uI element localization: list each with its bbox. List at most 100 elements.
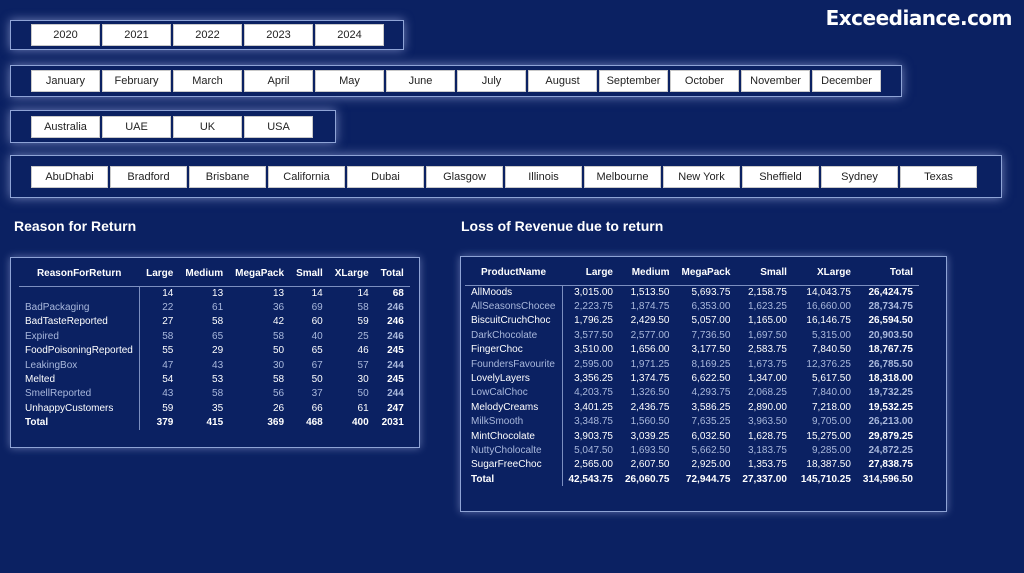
- city-button-dubai[interactable]: Dubai: [347, 165, 424, 188]
- table-cell: 58: [357, 302, 369, 314]
- year-button-2021[interactable]: 2021: [102, 24, 171, 46]
- row-label[interactable]: AllMoods: [465, 285, 563, 300]
- table-cell: 1,165.00: [747, 315, 787, 327]
- row-label[interactable]: BadTasteReported: [19, 314, 140, 330]
- year-button-2023[interactable]: 2023: [244, 24, 313, 46]
- row-label[interactable]: FingerChoc: [465, 342, 563, 357]
- revenue-header-megapack[interactable]: MegaPack: [675, 261, 737, 286]
- table-cell: 1,347.00: [747, 373, 787, 385]
- row-label[interactable]: LeakingBox: [19, 357, 140, 373]
- row-label[interactable]: LovelyLayers: [465, 371, 563, 386]
- country-button-australia[interactable]: Australia: [31, 115, 100, 138]
- returns-header-medium[interactable]: Medium: [179, 262, 230, 287]
- revenue-header-productname[interactable]: ProductName: [465, 261, 562, 286]
- table-cell: 25: [357, 330, 369, 342]
- table-cell: 18,767.75: [868, 344, 913, 356]
- row-label[interactable]: DarkChocolate: [465, 328, 563, 343]
- table-cell: 1,560.50: [630, 416, 670, 428]
- loss-of-revenue-title: Loss of Revenue due to return: [461, 218, 664, 234]
- returns-header-large[interactable]: Large: [139, 262, 180, 287]
- revenue-header-small[interactable]: Small: [736, 261, 793, 286]
- month-button-march[interactable]: March: [173, 70, 242, 92]
- returns-header-reasonforreturn[interactable]: ReasonForReturn: [19, 262, 140, 287]
- table-row: SmellReported 43 58 56 37 50 244: [19, 386, 410, 402]
- city-button-brisbane[interactable]: Brisbane: [189, 165, 266, 188]
- returns-header-megapack[interactable]: MegaPack: [229, 262, 291, 287]
- table-cell: 246: [387, 330, 404, 342]
- country-button-usa[interactable]: USA: [244, 115, 313, 138]
- month-button-january[interactable]: January: [31, 70, 100, 92]
- row-label[interactable]: MilkSmooth: [465, 414, 563, 429]
- table-row: SugarFreeChoc 2,565.00 2,607.50 2,925.00 1,3…: [465, 457, 919, 473]
- row-label[interactable]: SugarFreeChoc: [465, 457, 563, 473]
- revenue-header-xlarge[interactable]: XLarge: [792, 261, 857, 286]
- city-button-texas[interactable]: Texas: [900, 165, 977, 188]
- returns-header-small[interactable]: Small: [290, 262, 329, 287]
- month-button-october[interactable]: October: [670, 70, 739, 92]
- row-label[interactable]: FoodPoisoningReported: [19, 343, 140, 358]
- month-button-december[interactable]: December: [812, 70, 881, 92]
- table-cell: 1,693.50: [630, 444, 670, 456]
- table-cell: 61: [357, 402, 369, 414]
- table-row: LeakingBox 47 43 30 67 57 244: [19, 357, 410, 373]
- city-button-sheffield[interactable]: Sheffield: [742, 165, 819, 188]
- year-button-2020[interactable]: 2020: [31, 24, 100, 46]
- city-button-glasgow[interactable]: Glasgow: [426, 165, 503, 188]
- city-button-illinois[interactable]: Illinois: [505, 165, 582, 188]
- year-button-2022[interactable]: 2022: [173, 24, 242, 46]
- row-label[interactable]: FoundersFavourite: [465, 356, 563, 372]
- row-label[interactable]: NuttyCholocalte: [465, 443, 563, 458]
- table-cell: 3,903.75: [574, 430, 613, 442]
- total-cell: 379: [156, 417, 174, 429]
- table-cell: 1,628.75: [747, 430, 787, 442]
- table-cell: 68: [392, 287, 404, 299]
- year-button-2024[interactable]: 2024: [315, 24, 384, 46]
- month-button-august[interactable]: August: [528, 70, 597, 92]
- revenue-header-total[interactable]: Total: [856, 261, 919, 286]
- row-label[interactable]: MintChocolate: [465, 428, 563, 444]
- table-cell: 2,577.00: [630, 329, 670, 341]
- city-button-abudhabi[interactable]: AbuDhabi: [31, 165, 108, 188]
- total-cell: 369: [267, 417, 285, 429]
- table-cell: 28,734.75: [868, 301, 913, 313]
- month-button-july[interactable]: July: [457, 70, 526, 92]
- table-row: LowCalChoc 4,203.75 1,326.50 4,293.75 2,068.…: [465, 385, 919, 401]
- city-button-melbourne[interactable]: Melbourne: [584, 165, 661, 188]
- month-button-june[interactable]: June: [386, 70, 455, 92]
- table-cell: 58: [272, 374, 285, 386]
- revenue-header-large[interactable]: Large: [562, 261, 619, 286]
- month-button-may[interactable]: May: [315, 70, 384, 92]
- returns-header-xlarge[interactable]: XLarge: [328, 262, 375, 287]
- total-label: Total: [19, 415, 140, 430]
- row-label[interactable]: Expired: [19, 329, 140, 344]
- row-label[interactable]: LowCalChoc: [465, 385, 563, 401]
- country-button-uae[interactable]: UAE: [102, 115, 171, 138]
- row-label[interactable]: [19, 286, 140, 301]
- revenue-header-medium[interactable]: Medium: [619, 261, 676, 286]
- table-cell: 20,903.50: [868, 329, 913, 341]
- returns-header-total[interactable]: Total: [374, 262, 410, 287]
- table-cell: 1,673.75: [747, 358, 787, 370]
- table-cell: 7,635.25: [691, 416, 731, 428]
- row-label[interactable]: AllSeasonsChocee: [465, 299, 563, 314]
- row-label[interactable]: Melted: [19, 372, 140, 387]
- table-cell: 6,353.00: [691, 301, 731, 313]
- row-label[interactable]: BadPackaging: [19, 300, 140, 315]
- month-button-september[interactable]: September: [599, 70, 668, 92]
- month-button-february[interactable]: February: [102, 70, 171, 92]
- row-label[interactable]: MelodyCreams: [465, 400, 563, 415]
- city-button-california[interactable]: California: [268, 165, 345, 188]
- row-label[interactable]: BiscuitCruchChoc: [465, 313, 563, 329]
- table-cell: 26,213.00: [868, 416, 913, 428]
- row-label[interactable]: UnhappyCustomers: [19, 401, 140, 416]
- city-button-bradford[interactable]: Bradford: [110, 165, 187, 188]
- row-label[interactable]: SmellReported: [19, 386, 140, 402]
- city-button-new-york[interactable]: New York: [663, 165, 740, 188]
- month-button-november[interactable]: November: [741, 70, 810, 92]
- table-cell: 3,177.50: [691, 344, 731, 356]
- month-button-april[interactable]: April: [244, 70, 313, 92]
- country-button-uk[interactable]: UK: [173, 115, 242, 138]
- city-button-sydney[interactable]: Sydney: [821, 165, 898, 188]
- reason-for-return-title: Reason for Return: [14, 218, 137, 234]
- table-cell: 13: [272, 287, 285, 299]
